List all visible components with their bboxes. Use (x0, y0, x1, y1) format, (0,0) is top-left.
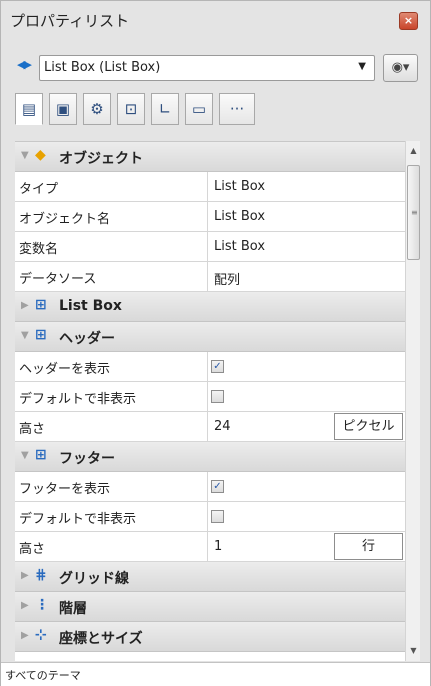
eye-icon: ◉▾ (391, 60, 410, 75)
object-dropdown-value: List Box (List Box) (44, 60, 161, 75)
property-row: ヘッダーを表示 ✓ (15, 352, 405, 382)
property-name: タイプ (15, 172, 208, 201)
section-label: 座標とサイズ (59, 631, 143, 647)
property-row: フッターを表示 ✓ (15, 472, 405, 502)
hide-header-default-checkbox[interactable] (211, 390, 224, 403)
section-footer[interactable]: ▼ ⊞ フッター (15, 442, 405, 472)
property-row[interactable]: オブジェクト名 List Box (15, 202, 405, 232)
nav-arrows-icon[interactable]: ◀▶ (17, 58, 32, 71)
tab-coordinates[interactable]: ∟ (151, 93, 179, 125)
section-object[interactable]: ▼ ◆ オブジェクト (15, 142, 405, 172)
section-label: 階層 (59, 601, 87, 617)
list-icon: ▤ (21, 100, 37, 118)
title-bar: プロパティリスト × (1, 1, 430, 37)
vertical-scrollbar[interactable]: ▲ ≡ ▼ (405, 141, 420, 661)
grid-icon: ⊞ (35, 447, 47, 463)
footer-height-value[interactable]: 1 (214, 539, 222, 554)
window-title: プロパティリスト (10, 12, 130, 30)
tab-display[interactable]: ▭ (185, 93, 213, 125)
layout-icon: ⊡ (124, 100, 138, 118)
view-options-button[interactable]: ◉▾ (383, 54, 418, 82)
status-bar: すべてのテーマ (1, 662, 430, 686)
tab-list[interactable]: ▤ (15, 93, 43, 125)
property-value: List Box (214, 179, 266, 194)
property-name: 高さ (15, 532, 208, 561)
property-name: オブジェクト名 (15, 202, 208, 231)
status-text: すべてのテーマ (5, 669, 81, 682)
chevron-down-icon: ▼ (358, 61, 366, 72)
show-footer-checkbox[interactable]: ✓ (211, 480, 224, 493)
scroll-up-icon[interactable]: ▲ (406, 143, 421, 159)
property-row: 高さ 24 ピクセル (15, 412, 405, 442)
section-header[interactable]: ▼ ⊞ ヘッダー (15, 322, 405, 352)
header-height-unit-button[interactable]: ピクセル (334, 413, 403, 440)
grip-icon: ≡ (411, 208, 418, 217)
tab-layout[interactable]: ⊡ (117, 93, 145, 125)
property-value: List Box (214, 209, 266, 224)
property-name: データソース (15, 262, 208, 291)
section-hierarchy[interactable]: ▶ ⋮ 階層 (15, 592, 405, 622)
section-label: グリッド線 (59, 571, 129, 587)
hide-footer-default-checkbox[interactable] (211, 510, 224, 523)
checkmark-icon: ✓ (213, 361, 222, 372)
property-name: フッターを表示 (15, 472, 208, 501)
tab-settings[interactable]: ⚙ (83, 93, 111, 125)
checkmark-icon: ✓ (213, 481, 222, 492)
tab-more[interactable]: ··· (219, 93, 255, 125)
property-row: デフォルトで非表示 (15, 382, 405, 412)
property-name: ヘッダーを表示 (15, 352, 208, 381)
property-row[interactable]: 変数名 List Box (15, 232, 405, 262)
collapse-triangle-icon: ▼ (21, 450, 29, 461)
property-grid: ▼ ◆ オブジェクト タイプ List Box オブジェクト名 List Box… (15, 141, 405, 661)
property-row[interactable]: タイプ List Box (15, 172, 405, 202)
object-icon: ▣ (55, 100, 71, 118)
gear-icon: ⚙ (90, 100, 104, 118)
coords-icon: ⊹ (35, 627, 47, 643)
expand-triangle-icon: ▶ (21, 630, 29, 641)
expand-triangle-icon: ▶ (21, 600, 29, 611)
scrollbar-thumb[interactable]: ≡ (407, 165, 420, 260)
section-gridlines[interactable]: ▶ ⋕ グリッド線 (15, 562, 405, 592)
section-listbox[interactable]: ▶ ⊞ List Box (15, 292, 405, 322)
property-name: 変数名 (15, 232, 208, 261)
property-list-panel: プロパティリスト × ◀▶ List Box (List Box) ▼ ◉▾ ▤… (0, 0, 431, 686)
grid-icon: ⊞ (35, 327, 47, 343)
gridlines-icon: ⋕ (35, 567, 47, 583)
property-row: デフォルトで非表示 (15, 502, 405, 532)
section-label: オブジェクト (59, 151, 143, 167)
hierarchy-icon: ⋮ (35, 597, 49, 613)
tab-object[interactable]: ▣ (49, 93, 77, 125)
property-name: デフォルトで非表示 (15, 502, 208, 531)
object-selector-row: ◀▶ List Box (List Box) ▼ ◉▾ (1, 53, 430, 85)
section-label: List Box (59, 298, 122, 314)
tab-bar: ▤ ▣ ⚙ ⊡ ∟ ▭ ··· (15, 93, 420, 127)
scroll-down-icon[interactable]: ▼ (406, 643, 421, 659)
property-name: デフォルトで非表示 (15, 382, 208, 411)
property-value: List Box (214, 239, 266, 254)
collapse-triangle-icon: ▼ (21, 150, 29, 161)
coordinates-icon: ∟ (158, 100, 172, 118)
property-name: 高さ (15, 412, 208, 441)
property-row[interactable]: データソース 配列 (15, 262, 405, 292)
section-label: フッター (59, 451, 115, 467)
object-dropdown[interactable]: List Box (List Box) ▼ (39, 55, 375, 81)
expand-triangle-icon: ▶ (21, 570, 29, 581)
section-coords-size[interactable]: ▶ ⊹ 座標とサイズ (15, 622, 405, 652)
header-height-value[interactable]: 24 (214, 419, 231, 434)
cube-icon: ◆ (35, 147, 46, 163)
display-icon: ▭ (191, 100, 207, 118)
footer-height-unit-button[interactable]: 行 (334, 533, 403, 560)
more-icon: ··· (229, 100, 245, 118)
property-row: 高さ 1 行 (15, 532, 405, 562)
grid-icon: ⊞ (35, 297, 47, 313)
close-button[interactable]: × (399, 12, 418, 30)
collapse-triangle-icon: ▼ (21, 330, 29, 341)
expand-triangle-icon: ▶ (21, 300, 29, 311)
property-value: 配列 (214, 273, 241, 288)
close-icon: × (403, 14, 414, 27)
section-label: ヘッダー (59, 331, 115, 347)
show-header-checkbox[interactable]: ✓ (211, 360, 224, 373)
